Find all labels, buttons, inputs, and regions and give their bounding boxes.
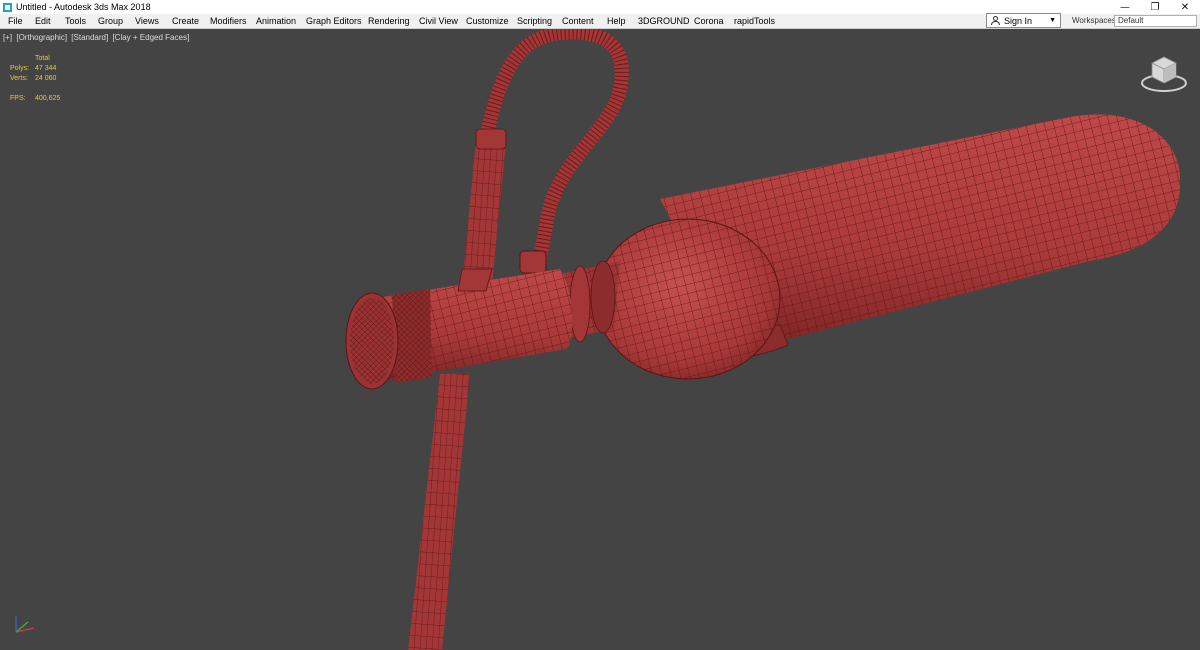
workspaces-select[interactable]: Default xyxy=(1114,15,1197,27)
title-bar: Untitled - Autodesk 3ds Max 2018 — ❐ ✕ xyxy=(0,0,1200,14)
menu-modifiers[interactable]: Modifiers xyxy=(210,15,247,27)
user-icon xyxy=(991,16,1000,25)
menu-create[interactable]: Create xyxy=(172,15,199,27)
viewport-orthographic[interactable]: [+] [Orthographic] [Standard] [Clay + Ed… xyxy=(0,29,1200,650)
menu-tools[interactable]: Tools xyxy=(65,15,86,27)
menu-group[interactable]: Group xyxy=(98,15,123,27)
restore-button[interactable]: ❐ xyxy=(1140,0,1170,14)
menu-corona[interactable]: Corona xyxy=(694,15,724,27)
viewport-label-bar: [+] [Orthographic] [Standard] [Clay + Ed… xyxy=(3,33,191,42)
scene-statistics: Total Polys: 47 344 Verts: 24 060 FPS: 400,… xyxy=(10,54,60,104)
fps-label: FPS: xyxy=(10,95,26,102)
menu-scripting[interactable]: Scripting xyxy=(517,15,552,27)
menu-edit[interactable]: Edit xyxy=(35,15,51,27)
polys-label: Polys: xyxy=(10,65,30,72)
workspaces-label: Workspaces: xyxy=(1072,16,1119,25)
polys-value: 47 344 xyxy=(35,65,57,72)
menu-file[interactable]: File xyxy=(8,15,23,27)
viewport-display-mode-label[interactable]: [Clay + Edged Faces] xyxy=(112,33,189,42)
menu-help[interactable]: Help xyxy=(607,15,626,27)
app-icon xyxy=(3,2,12,12)
axis-tripod-icon xyxy=(15,616,35,633)
menu-graph-editors[interactable]: Graph Editors xyxy=(306,15,362,27)
close-button[interactable]: ✕ xyxy=(1170,0,1200,14)
menu-rapidtools[interactable]: rapidTools xyxy=(734,15,775,27)
viewport-plus-menu[interactable]: [+] xyxy=(3,33,12,42)
verts-value: 24 060 xyxy=(35,75,57,82)
fps-value: 400,625 xyxy=(35,95,61,102)
sign-in-label: Sign In xyxy=(1004,15,1033,26)
menu-rendering[interactable]: Rendering xyxy=(368,15,410,27)
menu-customize[interactable]: Customize xyxy=(466,15,509,27)
viewport-shading-standard-label[interactable]: [Standard] xyxy=(71,33,108,42)
chevron-down-icon: ▼ xyxy=(1049,17,1056,24)
minimize-button[interactable]: — xyxy=(1110,0,1140,14)
window-title: Untitled - Autodesk 3ds Max 2018 xyxy=(16,2,151,12)
menu-3dground[interactable]: 3DGROUND xyxy=(638,15,690,27)
viewcube-icon[interactable] xyxy=(1136,47,1192,97)
menu-civil-view[interactable]: Civil View xyxy=(419,15,458,27)
menu-animation[interactable]: Animation xyxy=(256,15,296,27)
stats-header: Total xyxy=(35,55,50,62)
menu-content[interactable]: Content xyxy=(562,15,594,27)
model-render xyxy=(345,29,1181,650)
menu-views[interactable]: Views xyxy=(135,15,159,27)
viewport-point-of-view-label[interactable]: [Orthographic] xyxy=(16,33,67,42)
sign-in-dropdown[interactable]: Sign In ▼ xyxy=(986,13,1061,28)
verts-label: Verts: xyxy=(10,75,28,82)
